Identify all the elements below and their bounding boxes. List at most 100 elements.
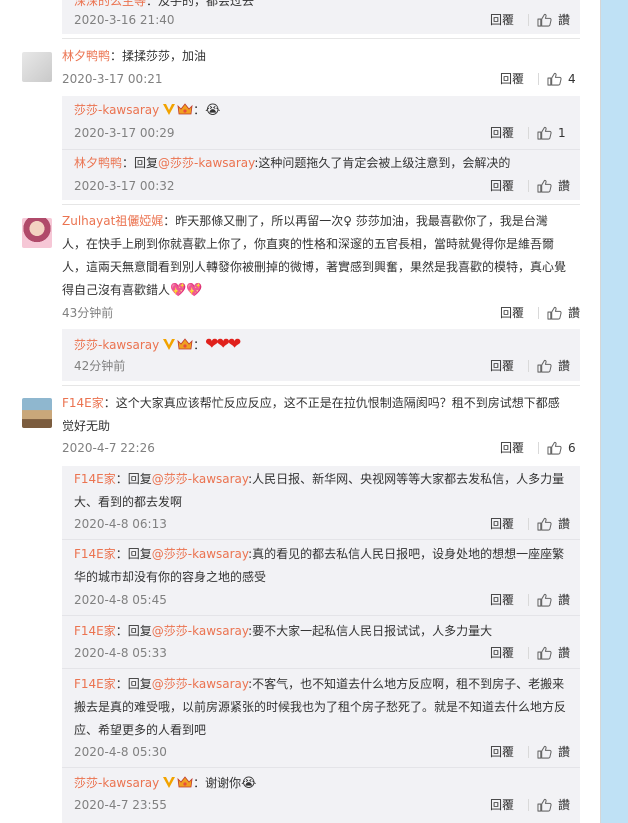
reply-text: ：及手的，都会过去 (146, 0, 255, 8)
mention-link[interactable]: @莎莎-kawsaray (152, 677, 248, 691)
commenter-name[interactable]: 林夕鸭鸭 (62, 49, 110, 63)
reply-button[interactable]: 回覆 (490, 176, 514, 196)
commenter-name[interactable]: F14E家 (62, 396, 104, 410)
reply-box: 莎莎-kawsaray ：❤❤❤ 42分钟前 回覆 讚 (62, 329, 580, 381)
thumbs-up-icon (537, 126, 552, 140)
sub-reply-top: 深深的么主等：及手的，都会过去 2020-3-16 21:40 回覆 讚 (62, 0, 580, 34)
avatar[interactable] (22, 218, 52, 248)
crown-badge-icon (177, 338, 193, 350)
sub-reply: F14E家：回复@莎莎-kawsaray:真的看见的都去私信人民日报吧，设身处地… (74, 547, 565, 584)
sub-reply: 莎莎-kawsaray ：谢谢你😭 (74, 776, 257, 791)
commenter-name[interactable]: Zulhayat祖儷婭娓 (62, 214, 163, 228)
avatar[interactable] (22, 52, 52, 82)
thumbs-up-icon (547, 72, 562, 86)
like-button[interactable]: 6 (547, 438, 580, 458)
sub-reply: F14E家：回复@莎莎-kawsaray:人民日报、新华网、央视网等等大家都去发… (74, 472, 565, 509)
mention-link[interactable]: @莎莎-kawsaray (152, 472, 248, 486)
timestamp: 2020-4-8 06:13 (74, 517, 167, 531)
crying-face-emoji-icon: 😭 (205, 103, 221, 118)
timestamp: 2020-3-16 21:40 (74, 13, 175, 27)
comment-meta: 43分钟前 回覆 讚 (62, 303, 580, 323)
thumbs-up-icon (537, 359, 552, 373)
reply-button[interactable]: 回覆 (490, 590, 514, 610)
comment-panel: 深深的么主等：及手的，都会过去 2020-3-16 21:40 回覆 讚 林夕鸭… (0, 0, 601, 823)
like-button[interactable]: 讚 (537, 643, 570, 663)
avatar[interactable] (22, 398, 52, 428)
reply-button[interactable]: 回覆 (490, 643, 514, 663)
reply-button[interactable]: 回覆 (490, 795, 514, 815)
mention-link[interactable]: @莎莎-kawsaray (158, 156, 254, 170)
timestamp: 2020-4-8 05:33 (74, 646, 167, 660)
commenter-name[interactable]: F14E家 (74, 624, 116, 638)
reply-button[interactable]: 回覆 (490, 356, 514, 376)
comment-text: 林夕鸭鸭：揉揉莎莎，加油 (62, 49, 207, 63)
thumbs-up-icon (537, 798, 552, 812)
reply-button[interactable]: 回覆 (490, 514, 514, 534)
like-button[interactable]: 讚 (537, 514, 570, 534)
commenter-name[interactable]: 莎莎-kawsaray (74, 338, 159, 352)
sub-reply: 莎莎-kawsaray ：❤❤❤ (74, 334, 241, 353)
reply-button[interactable]: 回覆 (500, 438, 524, 458)
like-button[interactable]: 讚 (547, 303, 580, 323)
timestamp: 42分钟前 (74, 359, 126, 373)
reply-box: F14E家：回复@莎莎-kawsaray:人民日报、新华网、央视网等等大家都去发… (62, 466, 580, 823)
like-button[interactable]: 4 (547, 69, 580, 89)
crying-face-emoji-icon: 😭 (241, 776, 257, 791)
scrollbar-track[interactable] (601, 0, 628, 823)
sub-reply: 莎莎-kawsaray ：😭 (74, 103, 221, 118)
reply-button[interactable]: 回覆 (490, 123, 514, 143)
verified-v-icon (163, 777, 176, 788)
heart-emoji-icon: ❤❤❤ (205, 334, 241, 353)
sub-reply: 林夕鸭鸭：回复@莎莎-kawsaray:这种问题拖久了肯定会被上级注意到，会解决… (74, 156, 511, 170)
like-button[interactable]: 讚 (537, 795, 570, 815)
divider (62, 38, 580, 39)
sparkling-heart-emoji-icon: 💖💖 (170, 283, 203, 298)
mention-link[interactable]: @莎莎-kawsaray (152, 624, 248, 638)
commenter-name[interactable]: 莎莎-kawsaray (74, 103, 159, 117)
like-button[interactable]: 讚 (537, 356, 570, 376)
reply-button[interactable]: 回覆 (500, 303, 524, 323)
thumbs-up-icon (547, 441, 562, 455)
like-button[interactable]: 讚 (537, 590, 570, 610)
reply-button[interactable]: 回覆 (490, 10, 514, 30)
timestamp: 2020-4-7 22:26 (62, 441, 155, 455)
like-button[interactable]: 1 (537, 123, 570, 143)
thumbs-up-icon (537, 745, 552, 759)
commenter-name[interactable]: F14E家 (74, 677, 116, 691)
reply-box: 莎莎-kawsaray ：😭 2020-3-17 00:29 回覆 1 林夕鸭鸭… (62, 96, 580, 200)
crown-badge-icon (177, 103, 193, 115)
divider (62, 385, 580, 386)
thumbs-up-icon (547, 306, 562, 320)
timestamp: 43分钟前 (62, 306, 114, 320)
commenter-name[interactable]: 莎莎-kawsaray (74, 776, 159, 790)
comment-text: F14E家：这个大家真应该帮忙反应反应，这不正是在拉仇恨制造隔阂吗？租不到房试想… (62, 396, 560, 433)
sub-reply: F14E家：回复@莎莎-kawsaray:不客气，也不知道去什么地方反应啊，租不… (74, 677, 567, 737)
thumbs-up-icon (537, 646, 552, 660)
timestamp: 2020-4-7 23:55 (74, 798, 167, 812)
like-button[interactable]: 讚 (537, 176, 570, 196)
sub-reply: F14E家：回复@莎莎-kawsaray:要不大家一起私信人民日报试试，人多力量… (74, 624, 493, 638)
comment-meta: 2020-3-17 00:21 回覆 4 (62, 69, 580, 89)
thumbs-up-icon (537, 13, 552, 27)
thumbs-up-icon (537, 593, 552, 607)
commenter-name[interactable]: F14E家 (74, 472, 116, 486)
timestamp: 2020-3-17 00:29 (74, 126, 175, 140)
timestamp: 2020-4-8 05:30 (74, 745, 167, 759)
commenter-name[interactable]: F14E家 (74, 547, 116, 561)
commenter-name[interactable]: 林夕鸭鸭 (74, 156, 122, 170)
mention-link[interactable]: @莎莎-kawsaray (152, 547, 248, 561)
verified-v-icon (163, 339, 176, 350)
divider (62, 204, 580, 205)
like-button[interactable]: 讚 (537, 742, 570, 762)
commenter-name[interactable]: 深深的么主等 (74, 0, 146, 8)
timestamp: 2020-4-8 05:45 (74, 593, 167, 607)
verified-v-icon (163, 104, 176, 115)
reply-button[interactable]: 回覆 (500, 69, 524, 89)
thumbs-up-icon (537, 179, 552, 193)
like-button[interactable]: 讚 (537, 10, 570, 30)
comment-text: Zulhayat祖儷婭娓：昨天那條又刪了，所以再留一次♀ 莎莎加油，我最喜歡你了… (62, 214, 567, 298)
crown-badge-icon (177, 776, 193, 788)
comment-meta: 2020-4-7 22:26 回覆 6 (62, 438, 580, 458)
reply-button[interactable]: 回覆 (490, 742, 514, 762)
timestamp: 2020-3-17 00:32 (74, 179, 175, 193)
